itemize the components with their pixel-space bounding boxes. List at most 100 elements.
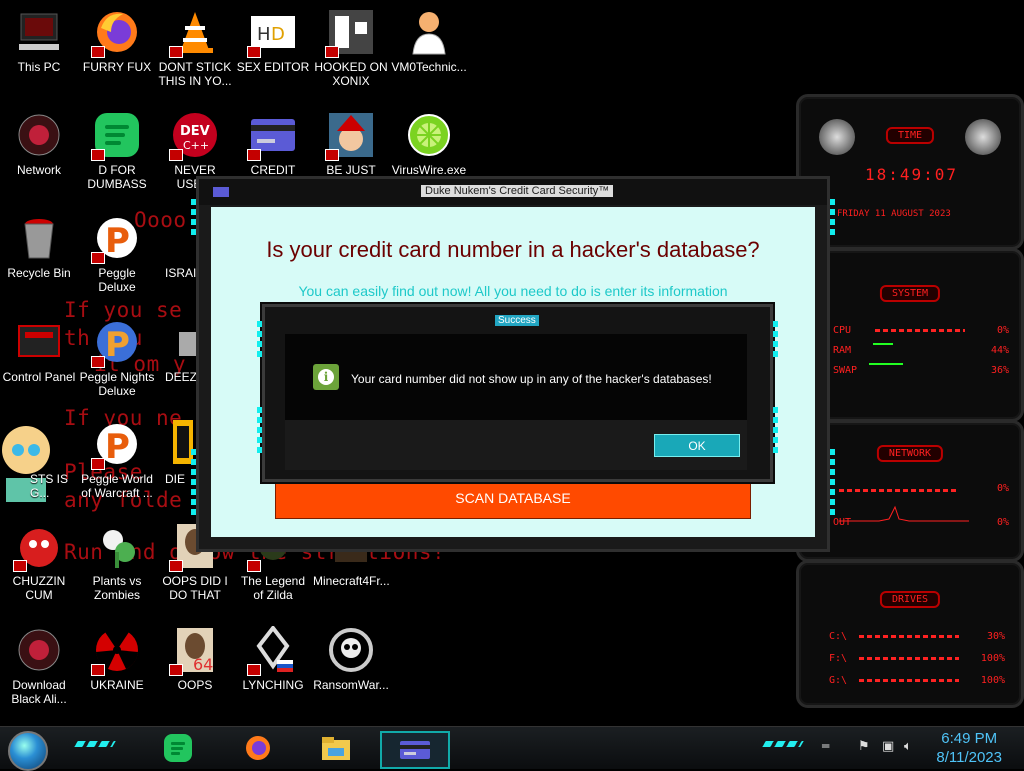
info-icon: i [313, 364, 339, 390]
firefox-icon [91, 8, 141, 58]
start-button[interactable] [8, 731, 48, 771]
peggle-nights-icon: P [91, 318, 141, 368]
network-in-bar [839, 489, 959, 492]
taskbar-app-spotify[interactable] [160, 731, 196, 765]
swap-label: SWAP [833, 365, 858, 376]
desktop-icon-chuzzin-cum[interactable]: CHUZZIN CUM [1, 522, 77, 602]
desktop-icon-this-pc[interactable]: This PC [1, 8, 77, 74]
drive-g-value: 100% [980, 675, 1005, 686]
flag-icon[interactable]: ⚑ [858, 739, 870, 754]
drive-c-value: 30% [986, 631, 1005, 642]
desktop-icon-label: OOPS [177, 678, 213, 692]
network-out-value: 0% [996, 517, 1009, 528]
widget-title: NETWORK [876, 445, 944, 462]
desktop-icon-label: VirusWire.exe [391, 163, 467, 177]
lime-icon [405, 111, 453, 159]
desktop-icon-deez[interactable]: DEEZ [157, 318, 197, 384]
window-frame-accent [191, 449, 196, 519]
drives-widget: DRIVES C:\ 30% F:\ 100% G:\ 100% [796, 560, 1024, 708]
desktop-icon-dont-stick[interactable]: DONT STICK THIS IN YO... [157, 8, 233, 88]
spotify-icon [164, 734, 192, 762]
cpu-bar [875, 329, 965, 332]
desktop-icon-label: Download Black Ali... [11, 678, 67, 706]
alien-head-icon [965, 119, 1001, 155]
desktop-icon-label: D FOR DUMBASS [87, 163, 147, 191]
taskbar-app-file-explorer[interactable] [318, 731, 354, 765]
desktop-icon-control-panel[interactable]: Control Panel [1, 318, 77, 384]
desktop-icon-label: UKRAINE [90, 678, 144, 692]
desktop-icon-peggle-deluxe[interactable]: P Peggle Deluxe [79, 214, 155, 294]
desktop-icon-ransomware[interactable]: RansomWar... [313, 626, 389, 692]
cpu-label: CPU [833, 325, 852, 336]
alienware-icon [15, 626, 63, 674]
firefox-icon [246, 736, 270, 760]
desktop-icon-furry-fux[interactable]: FURRY FUX [79, 8, 155, 74]
window-title: Duke Nukem's Credit Card Security™ [421, 185, 614, 197]
swap-graph [869, 363, 903, 365]
desktop-icon-plants-vs-zombies[interactable]: Plants vs Zombies [79, 522, 155, 602]
desktop-icon-d-for-dumbass[interactable]: D FOR DUMBASS [79, 111, 155, 191]
drive-f-bar [859, 657, 959, 660]
dialog-footer: OK [285, 420, 747, 470]
desktop-icon-label: OOPS DID I DO THAT [162, 574, 228, 602]
scan-database-button[interactable]: SCAN DATABASE [275, 477, 751, 519]
headline: Is your credit card number in a hacker's… [266, 237, 760, 262]
dialog-frame-accent [773, 321, 778, 361]
desktop-icon-viruswire[interactable]: VirusWire.exe [391, 111, 467, 177]
desktop-icon-lynching[interactable]: LYNCHING [235, 624, 311, 692]
pvz-icon [93, 522, 141, 570]
desktop-icon-download-black-ali[interactable]: Download Black Ali... [1, 626, 77, 706]
system-widget: SYSTEM CPU 0% RAM 44% SWAP 36% [796, 248, 1024, 422]
swap-value: 36% [990, 365, 1009, 376]
window-titlebar[interactable]: Duke Nukem's Credit Card Security™ [199, 179, 827, 205]
network-in-value: 0% [996, 483, 1009, 494]
widget-clock: 18:49:07 [865, 165, 959, 184]
svg-text:P: P [105, 325, 130, 365]
ram-value: 44% [990, 345, 1009, 356]
svg-text:P: P [105, 427, 130, 467]
success-dialog: Success i Your card number did not show … [257, 304, 778, 482]
desktop-icon-label: DONT STICK THIS IN YO... [158, 60, 232, 88]
desktop-icon-recycle-bin[interactable]: Recycle Bin [1, 214, 77, 280]
drive-f-value: 100% [980, 653, 1005, 664]
desktop-icon-peggle-wow[interactable]: P Peggle World of Warcraft ... [79, 420, 155, 500]
credit-card-icon [247, 111, 297, 161]
desktop-icon-label: LYNCHING [242, 678, 304, 692]
volume-icon[interactable]: 🔈︎ [904, 739, 912, 754]
desktop-icon-sts[interactable]: STS IS G... [0, 420, 80, 504]
desktop-icon-label: The Legend of Zilda [240, 574, 306, 602]
desktop-icon-label: DEEZ [165, 370, 197, 384]
desktop-icon-vm0technic[interactable]: VM0Technic... [391, 8, 467, 74]
ram-label: RAM [833, 345, 852, 356]
dialog-message: Your card number did not show up in any … [351, 372, 712, 386]
desktop-icon-oops[interactable]: 64 OOPS [157, 626, 233, 692]
dev-cpp-icon: DEV C++ [169, 111, 219, 161]
desktop-icon-network[interactable]: Network [1, 111, 77, 177]
recycle-bin-icon [15, 214, 63, 262]
subheadline: You can easily find out now! All you nee… [298, 283, 728, 299]
desktop-icon-sex-editor[interactable]: HD SEX EDITOR [235, 8, 311, 74]
peggle-icon: P [91, 214, 141, 264]
svg-text:P: P [105, 221, 130, 261]
dialog-title: Success [495, 315, 539, 326]
show-hidden-icons[interactable]: ═ [822, 739, 829, 753]
peggle-wow-icon: P [91, 420, 141, 470]
spotify-icon [91, 111, 141, 161]
rope-icon [247, 624, 297, 676]
taskbar-clock[interactable]: 6:49 PM 8/11/2023 [936, 729, 1002, 767]
drive-c-label: C:\ [829, 631, 848, 642]
desktop-icon-ukraine[interactable]: UKRAINE [79, 626, 155, 692]
desktop-icon-peggle-nights[interactable]: P Peggle Nights Deluxe [79, 318, 155, 398]
taskbar-app-credit-card[interactable] [380, 731, 450, 769]
ok-button[interactable]: OK [654, 434, 740, 457]
taskbar: ═ ⚑ ▣ 🔈︎ 6:49 PM 8/11/2023 [0, 726, 1024, 771]
taskbar-app-firefox[interactable] [240, 731, 276, 765]
computer-icon [15, 8, 63, 56]
ram-graph [873, 343, 893, 345]
dialog-frame-accent [257, 321, 262, 361]
network-tray-icon[interactable]: ▣ [882, 739, 894, 754]
dialog-frame-accent [773, 407, 778, 457]
santa-elf-icon [325, 111, 375, 161]
dialog-body: i Your card number did not show up in an… [285, 334, 747, 420]
desktop-icon-hooked-on-xonix[interactable]: HOOKED ON XONIX [313, 8, 389, 88]
